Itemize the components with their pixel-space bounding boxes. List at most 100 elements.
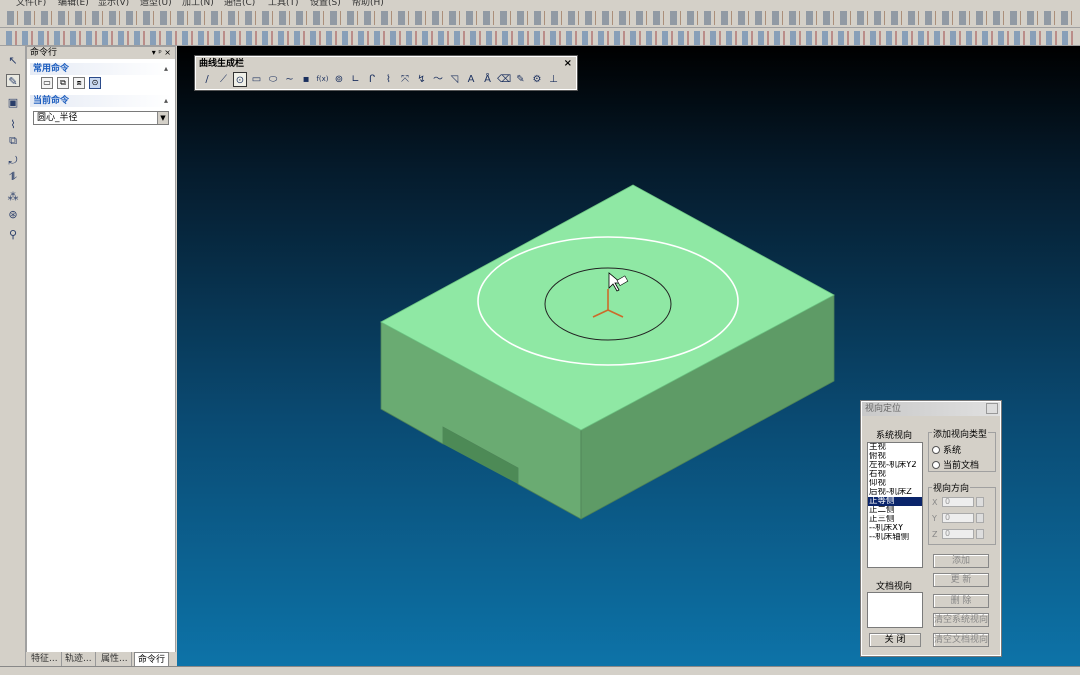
close-icon[interactable]: × bbox=[564, 57, 572, 71]
spinner-icon[interactable] bbox=[976, 529, 984, 539]
common-commands-label: 常用命令 bbox=[33, 64, 70, 74]
geometry-transform-icon[interactable]: ⧉ bbox=[6, 134, 20, 147]
menu-tools[interactable]: 工具(T) bbox=[268, 0, 299, 8]
spinner-icon[interactable] bbox=[976, 513, 984, 523]
radio-system[interactable]: 系统 bbox=[932, 443, 961, 456]
coord-z-field[interactable]: 0 bbox=[942, 529, 974, 539]
list-item[interactable]: 正二侧 bbox=[868, 506, 922, 515]
circle-tool-icon[interactable]: ⊙ bbox=[233, 72, 247, 87]
dialog-title-bar[interactable]: 视向定位 bbox=[862, 402, 1000, 416]
menu-communication[interactable]: 通信(C) bbox=[224, 0, 255, 8]
tab-command-line[interactable]: 命令行 bbox=[134, 652, 170, 666]
list-item[interactable]: --机床轴侧 bbox=[868, 533, 922, 542]
coord-y-field[interactable]: 0 bbox=[942, 513, 974, 523]
radio-dot-icon[interactable] bbox=[932, 446, 940, 454]
ellipse-tool-icon[interactable]: ⬭ bbox=[266, 72, 280, 87]
tab-toolpaths[interactable]: 轨迹... bbox=[62, 652, 96, 666]
ortho-tool-icon[interactable]: ∟ bbox=[349, 72, 363, 87]
circle-command-icon[interactable]: ⊙ bbox=[89, 77, 101, 89]
erase-tool-icon[interactable]: ⌫ bbox=[497, 72, 511, 87]
radio-system-label: 系统 bbox=[943, 446, 962, 456]
chamfer-tool-icon[interactable]: ◹ bbox=[448, 72, 462, 87]
sketch-pencil-icon[interactable]: ✎ bbox=[6, 74, 20, 88]
list-item[interactable]: 左视-机床Y2 bbox=[868, 461, 922, 470]
toolbar-icons-row-2[interactable] bbox=[4, 31, 1074, 45]
surface-icon[interactable]: ▣ bbox=[6, 96, 20, 109]
system-views-list[interactable]: 主视 俯视 左视-机床Y2 右视 仰视 后视-机床Z 正等侧 正二侧 正三侧 --机床XY --机床… bbox=[867, 442, 923, 568]
radio-current-doc[interactable]: 当前文档 bbox=[932, 458, 979, 471]
text-tool-icon[interactable]: A bbox=[464, 72, 478, 87]
menu-modeling[interactable]: 造型(U) bbox=[140, 0, 172, 8]
vertical-toolbar: ↖ ✎ ▣ ⌇ ⧉ ⤾ ⥮ ⁂ ⊛ ⚲ bbox=[0, 46, 26, 666]
sweep-icon[interactable]: ⊛ bbox=[6, 208, 20, 221]
query-icon[interactable]: ⚲ bbox=[6, 228, 20, 241]
polyline-tool-icon[interactable]: ⟋ bbox=[217, 72, 231, 87]
close-button[interactable]: 关 闭 bbox=[869, 633, 921, 647]
standard-toolbar bbox=[0, 8, 1080, 28]
rect-command-icon[interactable]: ▭ bbox=[41, 77, 53, 89]
add-button[interactable]: 添加 bbox=[933, 554, 989, 568]
edit-tool-icon[interactable]: ✎ bbox=[514, 72, 528, 87]
spinner-icon[interactable] bbox=[976, 497, 984, 507]
list-item[interactable]: 仰视 bbox=[868, 479, 922, 488]
panel-controls[interactable]: ▾ ᵖ × bbox=[152, 47, 171, 59]
menu-machining[interactable]: 加工(N) bbox=[182, 0, 214, 8]
edit-curve-icon[interactable]: ⌇ bbox=[6, 118, 20, 131]
extend-tool-icon[interactable]: ↯ bbox=[415, 72, 429, 87]
list-item[interactable]: 正等侧 bbox=[868, 497, 922, 506]
wave-tool-icon[interactable]: 〜 bbox=[431, 72, 445, 87]
list-item[interactable]: 右视 bbox=[868, 470, 922, 479]
menu-file[interactable]: 文件(F) bbox=[16, 0, 46, 8]
list-item[interactable]: 主视 bbox=[868, 443, 922, 452]
radio-dot-icon[interactable] bbox=[932, 461, 940, 469]
toolbar-icons-row-1[interactable] bbox=[4, 11, 1074, 25]
clear-system-views-button[interactable]: 清空系统视向 bbox=[933, 613, 989, 627]
collapse-caret-icon[interactable]: ▴ bbox=[164, 63, 168, 75]
doc-views-label: 文档视向 bbox=[876, 582, 913, 592]
current-command-header[interactable]: 当前命令 ▴ bbox=[30, 95, 172, 107]
fillet-tool-icon[interactable]: ᒋ bbox=[365, 72, 379, 87]
gear-curve-icon[interactable]: ⚙ bbox=[530, 72, 544, 87]
curve-project-icon[interactable]: ⤾ bbox=[6, 154, 20, 167]
menu-edit[interactable]: 编辑(E) bbox=[58, 0, 89, 8]
array-icon[interactable]: ⁂ bbox=[6, 190, 20, 203]
close-icon[interactable] bbox=[986, 403, 998, 414]
list-item[interactable]: --机床XY bbox=[868, 524, 922, 533]
list-item[interactable]: 俯视 bbox=[868, 452, 922, 461]
circle-mode-select[interactable]: 圆心_半径 ▼ bbox=[33, 111, 169, 125]
delete-button[interactable]: 删 除 bbox=[933, 594, 989, 608]
coord-x-label: X bbox=[932, 498, 938, 507]
common-commands-header[interactable]: 常用命令 ▴ bbox=[30, 63, 172, 75]
list-item[interactable]: 后视-机床Z bbox=[868, 488, 922, 497]
menu-view[interactable]: 显示(V) bbox=[98, 0, 129, 8]
trim-tool-icon[interactable]: ⤧ bbox=[398, 72, 412, 87]
offset-tool-icon[interactable]: ⌇ bbox=[382, 72, 396, 87]
panel-title-bar: 命令行 ▾ ᵖ × bbox=[27, 47, 175, 59]
coord-x-field[interactable]: 0 bbox=[942, 497, 974, 507]
doc-views-list[interactable] bbox=[867, 592, 923, 628]
curve-toolbar-title-bar[interactable]: 曲线生成栏 × bbox=[196, 57, 576, 71]
rectangle-tool-icon[interactable]: ▭ bbox=[250, 72, 264, 87]
layer-command-icon[interactable]: ⧈ bbox=[73, 77, 85, 89]
copy-command-icon[interactable]: ⧉ bbox=[57, 77, 69, 89]
formula-curve-icon[interactable]: f(x) bbox=[316, 72, 330, 87]
polygon-tool-icon[interactable]: ⊚ bbox=[332, 72, 346, 87]
clear-doc-views-button[interactable]: 清空文档视向 bbox=[933, 633, 989, 647]
spline-tool-icon[interactable]: ∼ bbox=[283, 72, 297, 87]
menu-settings[interactable]: 设置(S) bbox=[310, 0, 341, 8]
tab-properties[interactable]: 属性... bbox=[98, 652, 132, 666]
coord-x: X0 bbox=[932, 497, 984, 507]
select-arrow-icon[interactable]: ↖ bbox=[6, 54, 20, 67]
tab-features[interactable]: 特征... bbox=[28, 652, 62, 666]
mirror-icon[interactable]: ⥮ bbox=[6, 170, 20, 183]
chevron-down-icon[interactable]: ▼ bbox=[157, 112, 168, 124]
text-style-icon[interactable]: Å bbox=[481, 72, 495, 87]
point-tool-icon[interactable]: ▪ bbox=[299, 72, 313, 87]
menu-help[interactable]: 帮助(H) bbox=[352, 0, 384, 8]
radio-current-doc-label: 当前文档 bbox=[943, 461, 980, 471]
modify-button[interactable]: 更 新 bbox=[933, 573, 989, 587]
list-item[interactable]: 正三侧 bbox=[868, 515, 922, 524]
line-tool-icon[interactable]: / bbox=[200, 72, 214, 87]
collapse-caret-icon[interactable]: ▴ bbox=[164, 95, 168, 107]
section-tool-icon[interactable]: ⊥ bbox=[547, 72, 561, 87]
